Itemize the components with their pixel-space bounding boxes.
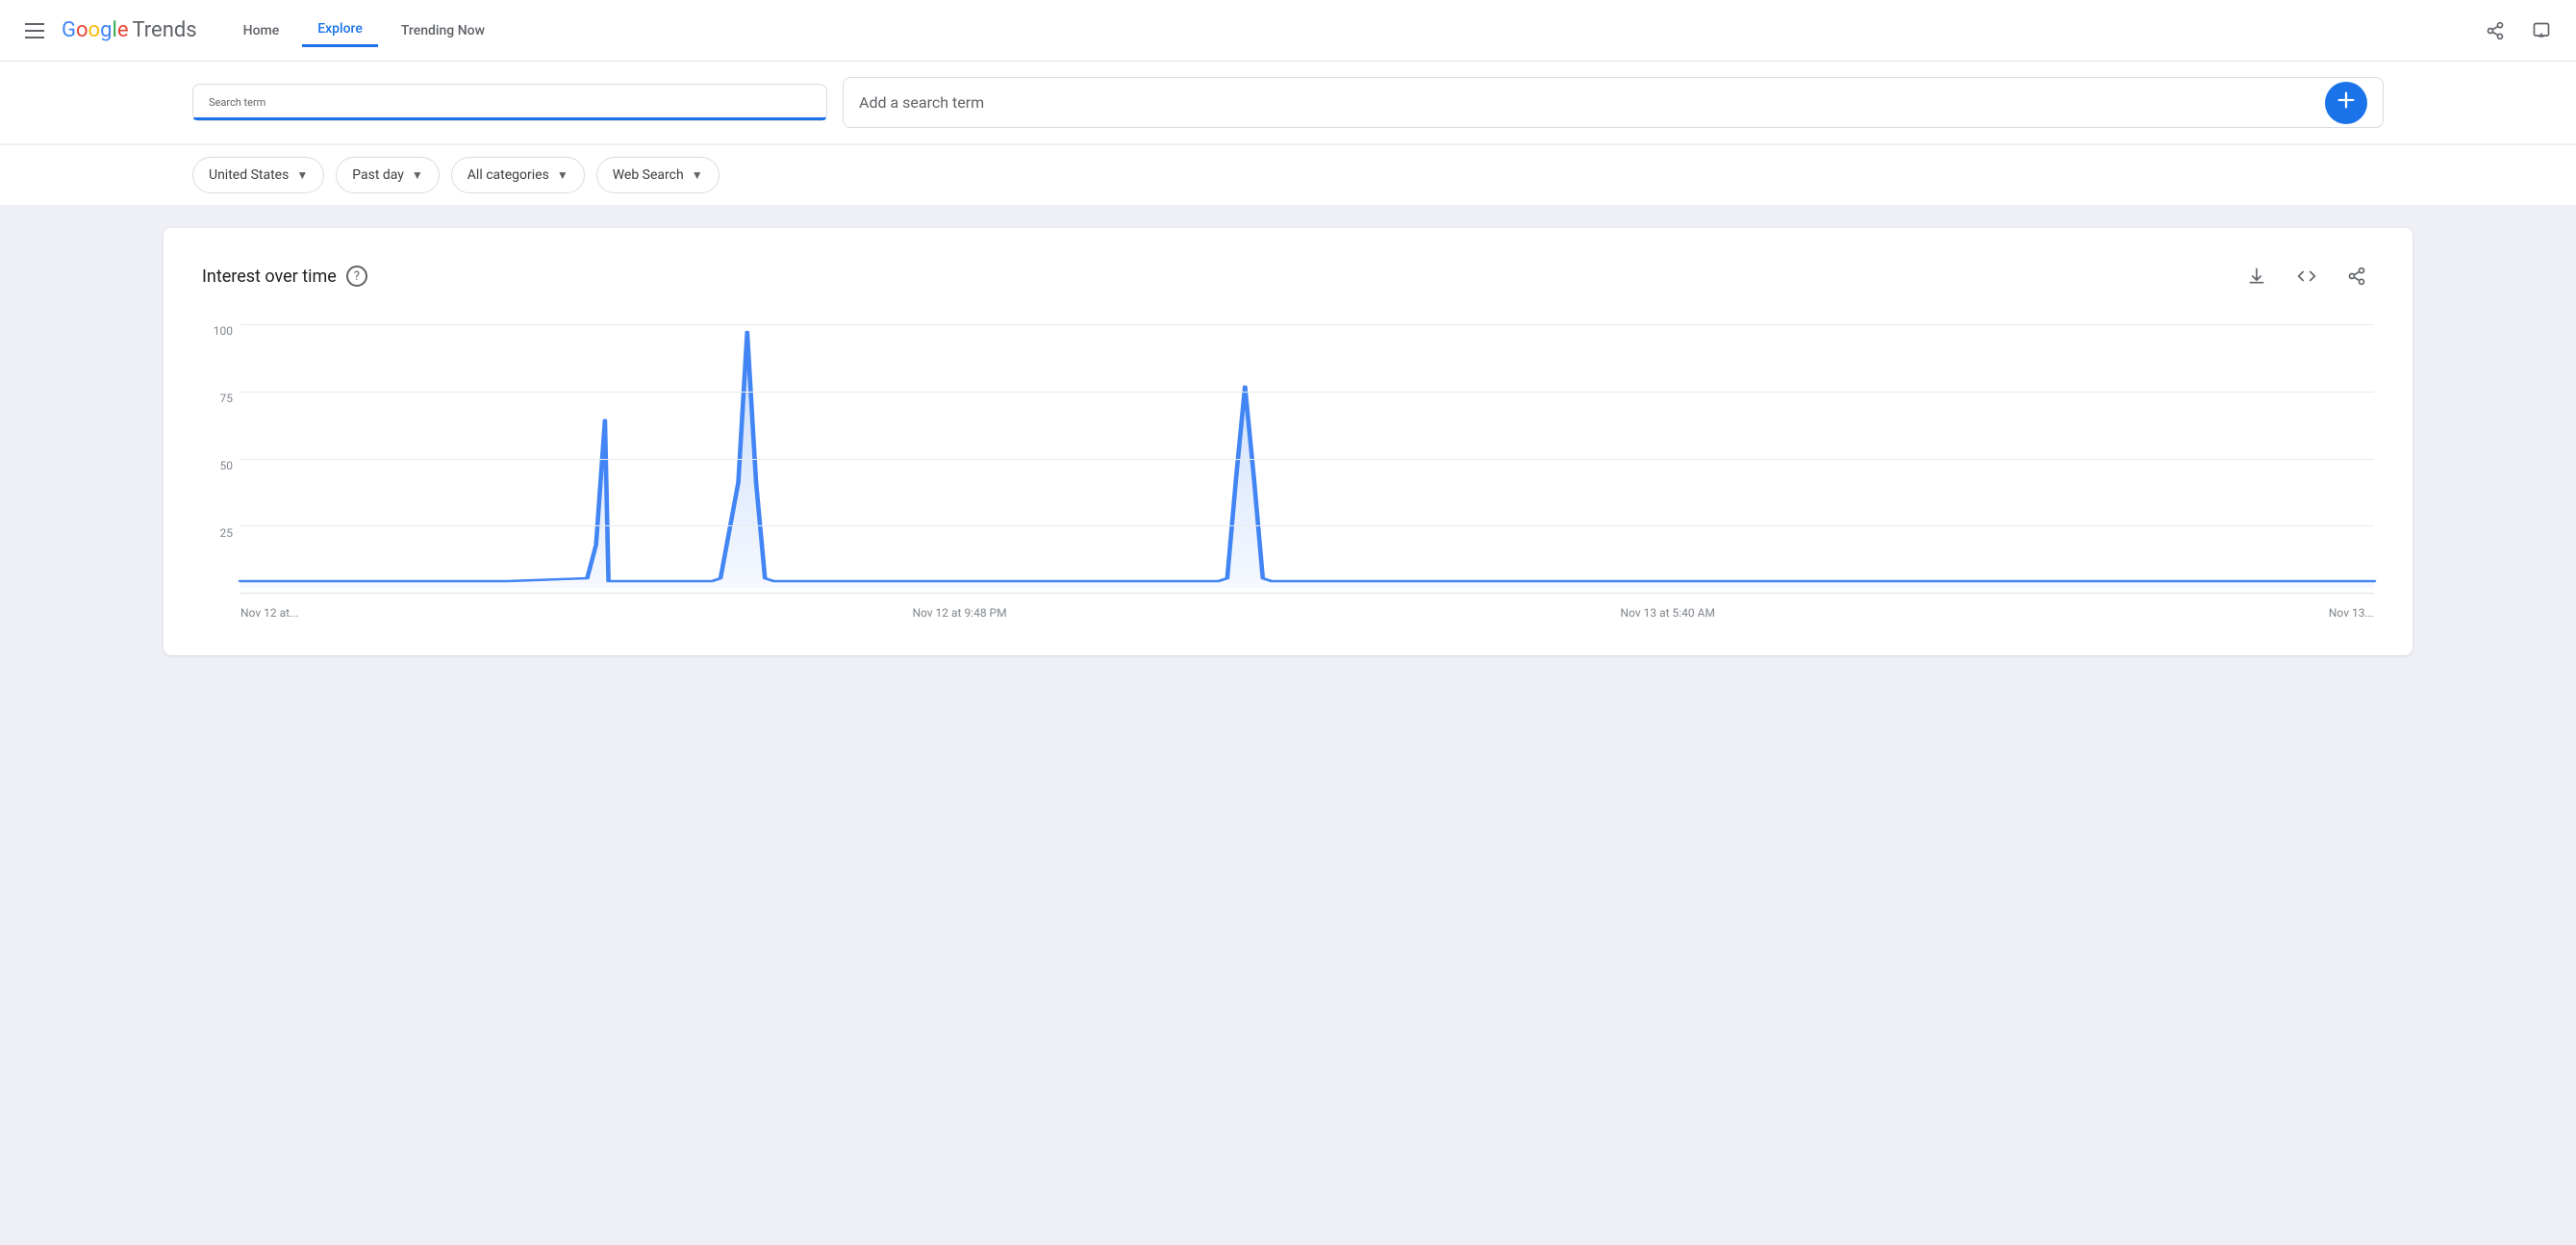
- y-label-50: 50: [220, 459, 234, 472]
- x-axis-labels: Nov 12 at... Nov 12 at 9:48 PM Nov 13 at…: [240, 594, 2374, 632]
- y-label-25: 25: [220, 526, 234, 540]
- grid-line-50: [240, 459, 2374, 460]
- search-type-filter[interactable]: Web Search ▼: [596, 157, 720, 193]
- location-filter[interactable]: United States ▼: [192, 157, 324, 193]
- search-term-underline: [193, 117, 826, 120]
- card-header: Interest over time ?: [202, 259, 2374, 293]
- share-button[interactable]: [2476, 12, 2514, 50]
- x-label-2: Nov 12 at 9:48 PM: [912, 606, 1006, 620]
- category-chevron: ▼: [557, 168, 568, 182]
- grid-line-100: [240, 324, 2374, 325]
- add-search-button[interactable]: [2325, 82, 2367, 124]
- chart-svg-area: [240, 324, 2374, 594]
- x-label-4: Nov 13...: [2329, 606, 2374, 620]
- main-nav: Home Explore Trending Now: [228, 13, 2476, 47]
- search-type-chevron: ▼: [692, 168, 703, 182]
- search-term-box[interactable]: Search term: [192, 84, 827, 121]
- time-chevron: ▼: [412, 168, 423, 182]
- nav-explore[interactable]: Explore: [302, 13, 378, 47]
- add-icon: [2336, 89, 2357, 115]
- x-label-3: Nov 13 at 5:40 AM: [1621, 606, 1715, 620]
- category-filter[interactable]: All categories ▼: [451, 157, 585, 193]
- feedback-button[interactable]: [2522, 12, 2561, 50]
- embed-button[interactable]: [2289, 259, 2324, 293]
- x-label-1: Nov 12 at...: [240, 606, 299, 620]
- filters-area: United States ▼ Past day ▼ All categorie…: [0, 145, 2576, 205]
- grid-line-25: [240, 525, 2374, 526]
- nav-trending-now[interactable]: Trending Now: [386, 15, 500, 46]
- search-type-value: Web Search: [613, 167, 684, 183]
- header: Google Trends Home Explore Trending Now: [0, 0, 2576, 62]
- time-value: Past day: [352, 167, 404, 183]
- add-search-box[interactable]: Add a search term: [843, 77, 2384, 128]
- main-content: Search term Add a search term United Sta…: [0, 0, 2576, 655]
- section-gap: [0, 205, 2576, 228]
- logo-trends-text: Trends: [132, 18, 196, 42]
- y-axis-labels: 100 75 50 25: [202, 324, 240, 594]
- card-actions: [2239, 259, 2374, 293]
- location-chevron: ▼: [296, 168, 308, 182]
- chart-container: 100 75 50 25: [202, 324, 2374, 632]
- help-question-mark: ?: [354, 269, 360, 284]
- location-value: United States: [209, 167, 289, 183]
- add-search-placeholder: Add a search term: [859, 93, 984, 112]
- time-filter[interactable]: Past day ▼: [336, 157, 440, 193]
- y-label-75: 75: [220, 392, 234, 405]
- download-button[interactable]: [2239, 259, 2274, 293]
- logo-google-text: Google: [62, 18, 128, 42]
- header-actions: [2476, 12, 2561, 50]
- grid-line-75: [240, 392, 2374, 393]
- search-area: Search term Add a search term: [0, 62, 2576, 143]
- share-chart-button[interactable]: [2339, 259, 2374, 293]
- card-title-row: Interest over time ?: [202, 266, 367, 287]
- search-term-label: Search term: [209, 96, 811, 109]
- google-trends-logo[interactable]: Google Trends: [62, 18, 197, 42]
- help-icon[interactable]: ?: [346, 266, 367, 287]
- hamburger-icon: [25, 23, 44, 38]
- y-label-100: 100: [214, 324, 233, 338]
- card-title: Interest over time: [202, 267, 337, 287]
- interest-over-time-card: Interest over time ?: [164, 228, 2412, 655]
- menu-button[interactable]: [15, 12, 54, 50]
- nav-home[interactable]: Home: [228, 15, 295, 46]
- category-value: All categories: [467, 167, 549, 183]
